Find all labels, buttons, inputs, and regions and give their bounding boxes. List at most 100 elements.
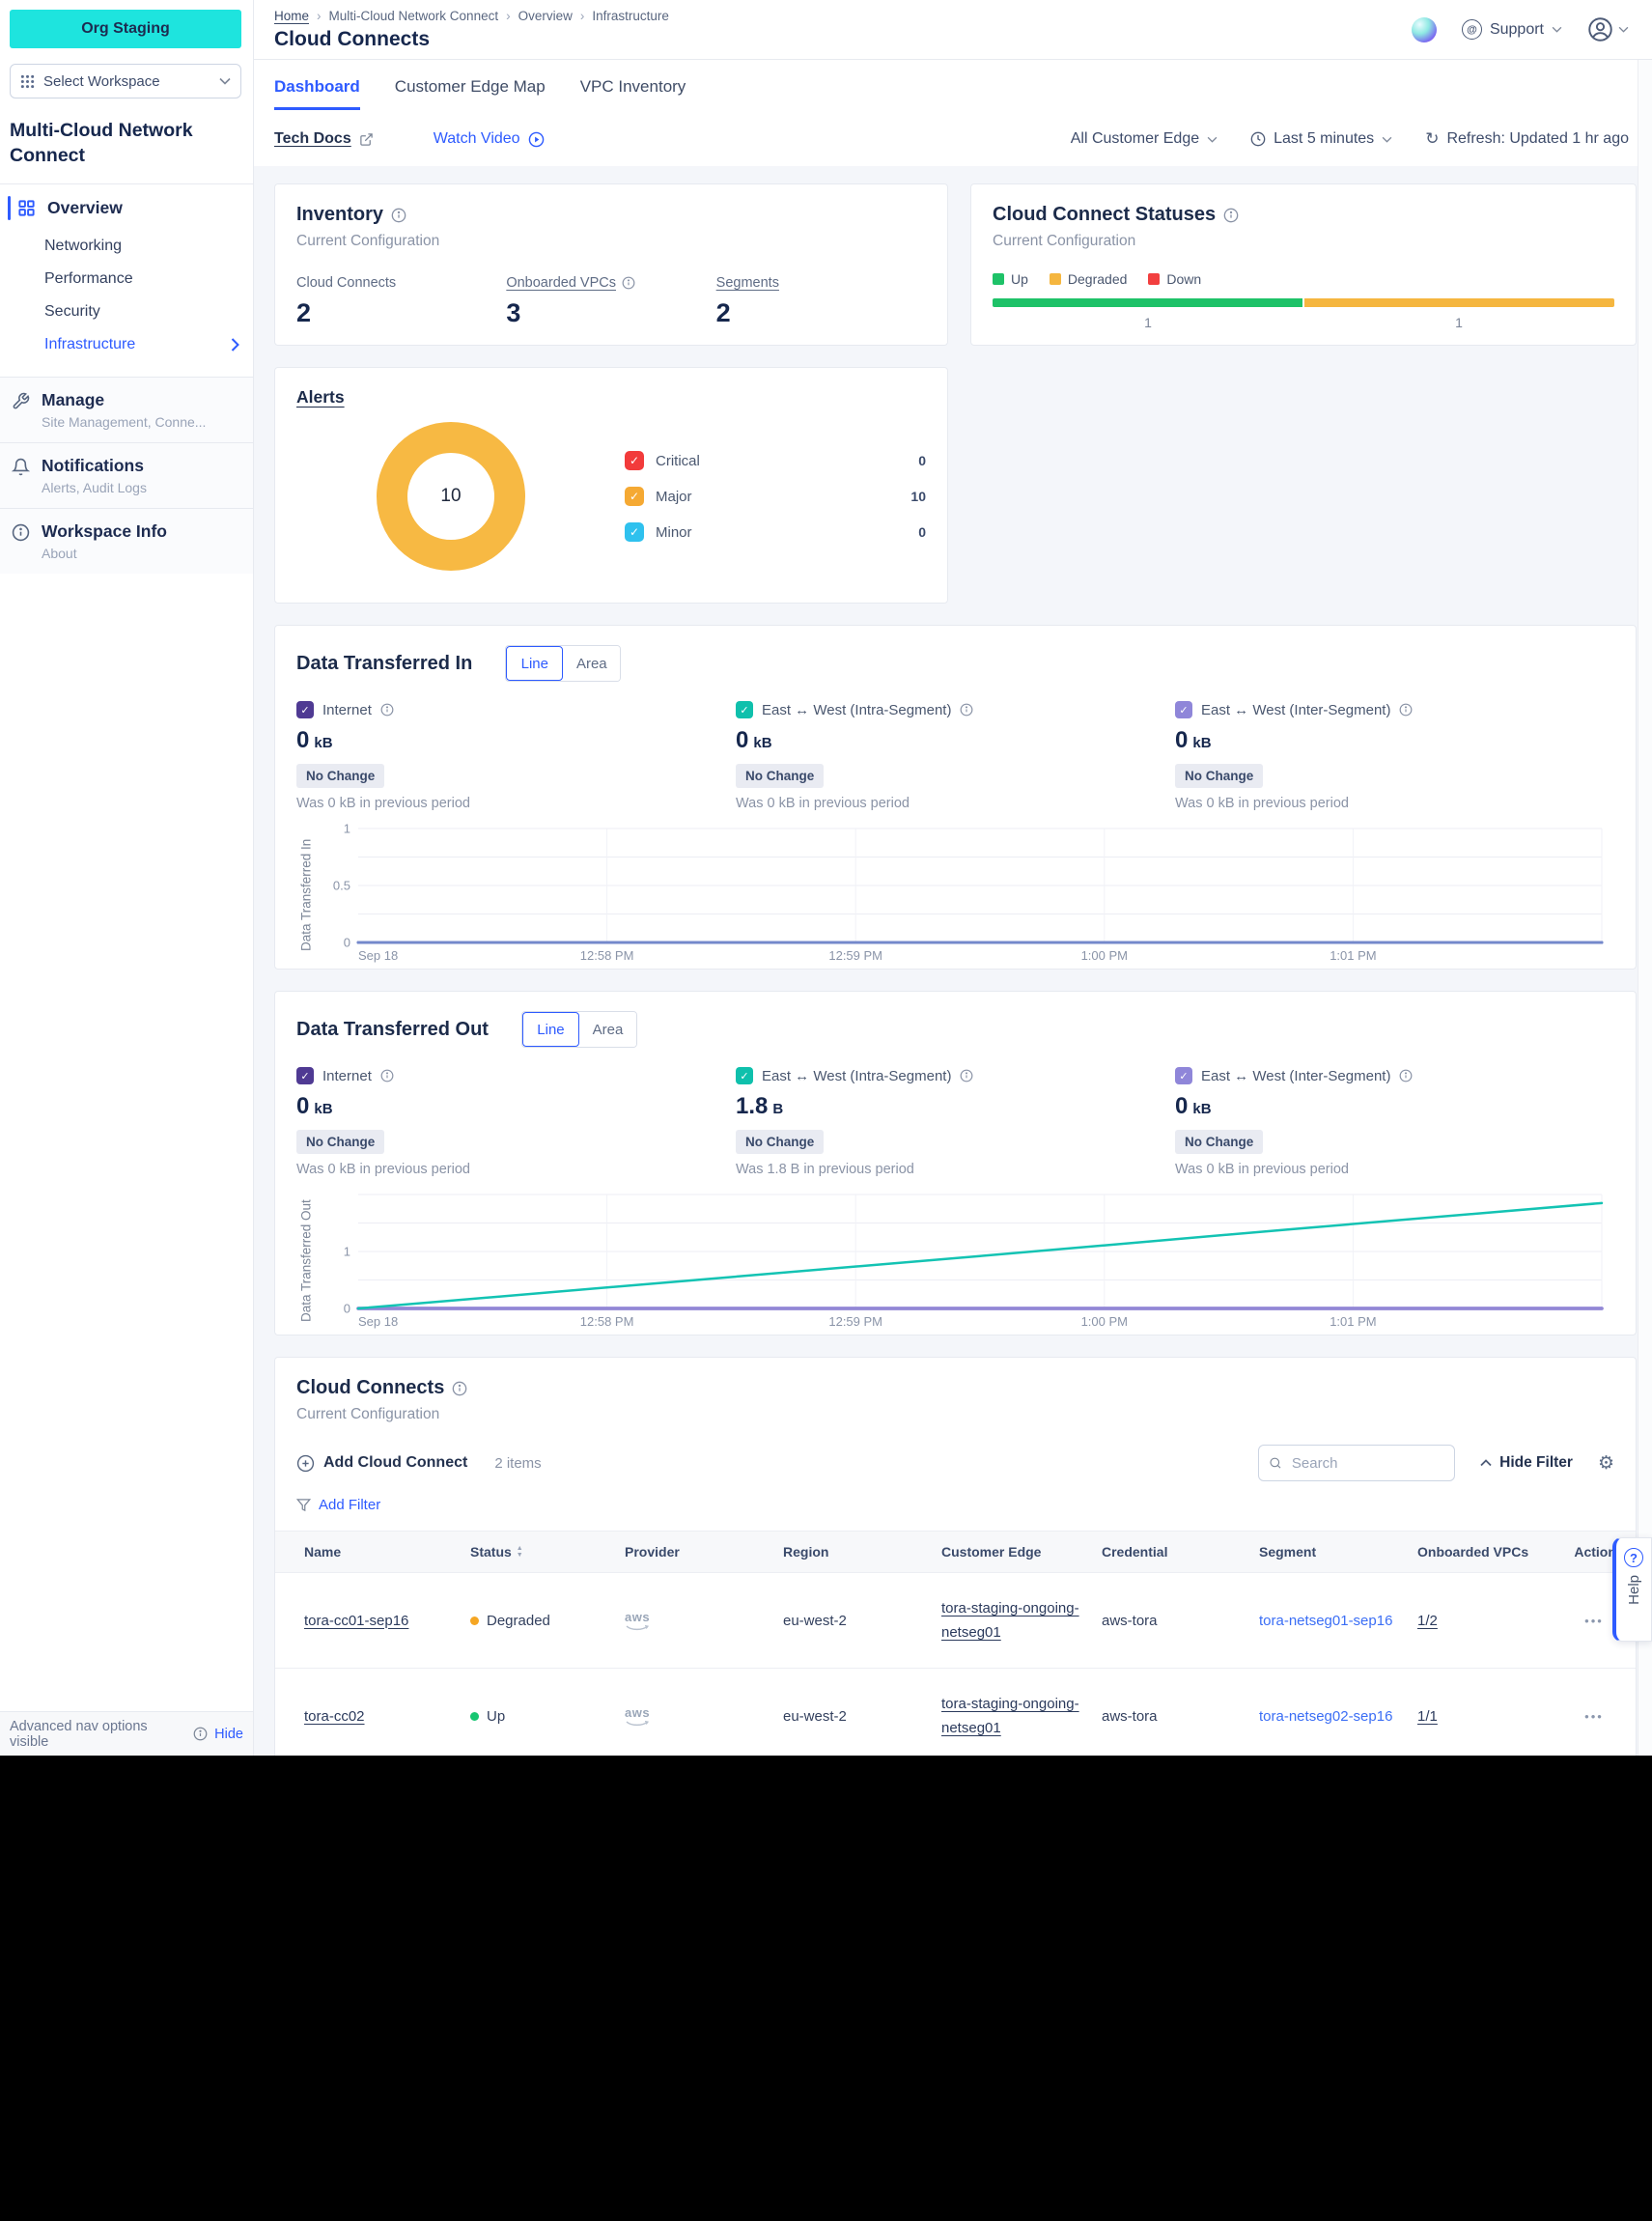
status-bar-segment[interactable] [1304,298,1614,307]
customer-edge-link[interactable]: tora-staging-ongoing-netseg01 [941,1696,1079,1736]
sidebar-item-workspace-info-label: Workspace Info [42,521,167,542]
breadcrumb-home[interactable]: Home [274,9,309,23]
workspace-selector[interactable]: Select Workspace [10,64,241,98]
time-range-filter[interactable]: Last 5 minutes [1250,130,1392,148]
gear-icon[interactable]: ⚙ [1598,1454,1614,1473]
row-actions-menu[interactable]: ••• [1562,1709,1636,1724]
data-out-line-chart[interactable]: 01Sep 1812:58 PM12:59 PM1:00 PM1:01 PM [316,1189,1610,1334]
internet-checkbox[interactable]: ✓ [296,1067,314,1084]
svg-text:12:59 PM: 12:59 PM [828,948,882,963]
status-sort-header[interactable]: Status ▲▼ [470,1544,625,1560]
assistant-orb-icon[interactable] [1412,17,1437,42]
sidebar-item-networking[interactable]: Networking [0,230,253,263]
add-cloud-connect-button[interactable]: Add Cloud Connect [296,1454,467,1473]
tab-vpc-inventory[interactable]: VPC Inventory [580,77,686,110]
status-cell: Degraded [470,1613,625,1629]
no-change-badge: No Change [296,764,384,788]
org-badge[interactable]: Org Staging [10,10,241,48]
support-menu[interactable]: @ Support [1462,19,1562,40]
alerts-total: 10 [364,409,538,583]
add-filter-button[interactable]: Add Filter [296,1497,1614,1513]
area-toggle[interactable]: Area [563,646,620,681]
tab-customer-edge-map[interactable]: Customer Edge Map [395,77,546,110]
alerts-legend-critical: ✓ Critical 0 [625,451,926,470]
main-area: Home › Multi-Cloud Network Connect › Ove… [254,0,1652,1756]
status-bar-segment[interactable] [993,298,1302,307]
scrollbar-track[interactable] [1638,60,1652,1756]
internet-checkbox[interactable]: ✓ [296,701,314,718]
info-icon [1399,1069,1413,1082]
tech-docs-link[interactable]: Tech Docs [274,130,374,148]
topbar: Home › Multi-Cloud Network Connect › Ove… [254,0,1652,60]
refresh-button[interactable]: ↻ Refresh: Updated 1 hr ago [1425,129,1629,149]
statuses-title: Cloud Connect Statuses [993,204,1216,226]
help-tab-label: Help [1626,1575,1642,1605]
inventory-title: Inventory [296,204,383,226]
breadcrumb-product[interactable]: Multi-Cloud Network Connect [329,9,499,23]
sidebar-item-notifications[interactable]: Notifications Alerts, Audit Logs [0,442,253,508]
info-icon [193,1727,208,1741]
sidebar-item-infrastructure[interactable]: Infrastructure [0,328,253,361]
onboarded-vpcs-link[interactable]: Onboarded VPCs [506,275,616,291]
alerts-title-link[interactable]: Alerts [296,387,345,407]
inter-segment-checkbox[interactable]: ✓ [1175,701,1192,718]
cloud-connect-name-link[interactable]: tora-cc01-sep16 [304,1613,470,1629]
data-transferred-out-card: Data Transferred Out Line Area ✓ Interne… [274,991,1637,1335]
inter-segment-checkbox[interactable]: ✓ [1175,1067,1192,1084]
customer-edge-link[interactable]: tora-staging-ongoing-netseg01 [941,1600,1079,1641]
alerts-card: Alerts 10 ✓ Critical 0 [274,367,948,604]
watch-video-link[interactable]: Watch Video [434,130,545,148]
user-menu[interactable] [1587,16,1629,42]
degraded-legend-swatch [1050,273,1061,285]
alerts-donut-chart[interactable]: 10 [364,409,538,583]
segment-link[interactable]: tora-netseg01-sep16 [1259,1613,1417,1629]
major-checkbox[interactable]: ✓ [625,487,644,506]
breadcrumb-infrastructure[interactable]: Infrastructure [592,9,669,23]
chevron-up-icon [1480,1459,1492,1467]
breadcrumb-separator: › [580,9,585,23]
sidebar-item-performance[interactable]: Performance [0,263,253,295]
customer-edge-filter[interactable]: All Customer Edge [1071,130,1218,148]
sidebar-item-workspace-info[interactable]: Workspace Info About [0,508,253,574]
onboarded-vpcs-link[interactable]: 1/2 [1417,1613,1562,1629]
area-toggle[interactable]: Area [579,1012,636,1047]
line-toggle[interactable]: Line [522,1012,579,1047]
minor-checkbox[interactable]: ✓ [625,522,644,542]
cloud-connects-table: Name Status ▲▼ Provider Region Customer … [275,1531,1636,1756]
metric-intra-segment: ✓ East ↔ West (Intra-Segment) 0kB No Cha… [736,701,1175,811]
chevron-down-icon [219,77,231,85]
status-bar-labels: 11 [993,315,1614,330]
sidebar-item-security[interactable]: Security [0,295,253,328]
segments-link[interactable]: Segments [716,275,779,291]
chevron-down-icon [1382,136,1392,143]
aws-logo-icon: aws [625,1610,650,1624]
onboarded-vpcs-link[interactable]: 1/1 [1417,1708,1562,1725]
hide-filter-button[interactable]: Hide Filter [1480,1454,1573,1472]
sidebar-item-overview-label: Overview [47,198,123,218]
segment-link[interactable]: tora-netseg02-sep16 [1259,1708,1417,1725]
tab-dashboard[interactable]: Dashboard [274,77,360,110]
intra-segment-checkbox[interactable]: ✓ [736,1067,753,1084]
search-box[interactable] [1258,1445,1455,1481]
advanced-nav-footer: Advanced nav options visible Hide [0,1711,253,1756]
cloud-connect-name-link[interactable]: tora-cc02 [304,1708,470,1725]
help-tab[interactable]: ? Help [1612,1537,1652,1642]
external-link-icon [359,132,374,147]
refresh-icon: ↻ [1425,129,1439,149]
breadcrumb-overview[interactable]: Overview [518,9,573,23]
alerts-legend-minor: ✓ Minor 0 [625,522,926,542]
overview-subnav: Networking Performance Security Infrastr… [0,228,253,377]
hide-advanced-nav-link[interactable]: Hide [214,1727,243,1742]
breadcrumb-separator: › [506,9,511,23]
critical-checkbox[interactable]: ✓ [625,451,644,470]
sidebar-item-manage[interactable]: Manage Site Management, Conne... [0,377,253,442]
inventory-subtitle: Current Configuration [296,233,926,250]
data-in-line-chart[interactable]: 00.51Sep 1812:58 PM12:59 PM1:00 PM1:01 P… [316,823,1610,968]
search-input[interactable] [1290,1454,1444,1473]
intra-segment-checkbox[interactable]: ✓ [736,701,753,718]
no-change-badge: No Change [736,1130,824,1154]
line-toggle[interactable]: Line [506,646,563,681]
status-bar-segment-label: 1 [1303,315,1614,330]
status-stacked-bar[interactable] [993,298,1614,307]
sidebar-item-overview[interactable]: Overview [0,184,253,228]
